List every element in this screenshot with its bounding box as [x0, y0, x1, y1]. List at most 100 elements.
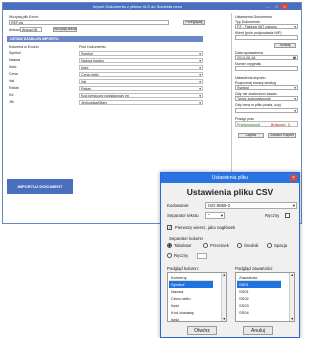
list-item[interactable]: SS04 — [237, 309, 281, 316]
content-scrollbar[interactable]: ▲ ▼ — [289, 273, 294, 321]
contractor-input[interactable] — [235, 35, 298, 40]
progress-box: Przeszukano: 0 Brakowe: 0 — [235, 121, 298, 127]
price-select[interactable]: ▾ — [235, 108, 298, 113]
search-contractor-button[interactable]: Szukaj — [274, 43, 296, 48]
list-item[interactable]: SS02 — [237, 295, 281, 302]
mapping-select[interactable]: Vat ▾ — [79, 79, 203, 84]
mapping-select[interactable]: Jednostka/Miary ▾ — [79, 100, 203, 105]
encoding-select[interactable]: ISO-8859-2 ▾ — [205, 202, 297, 209]
scroll-down-icon[interactable]: ▼ — [291, 317, 294, 321]
list-item[interactable]: Cena netto — [169, 295, 213, 302]
list-item[interactable]: Nazwa — [169, 288, 213, 295]
mapping-select[interactable]: Symbol ▾ — [79, 51, 203, 56]
issue-date-input[interactable]: 2014-06-18 ▦ — [235, 55, 298, 60]
radio-semicolon[interactable] — [237, 243, 242, 248]
cancel-button[interactable]: Anuluj — [243, 326, 273, 335]
open-button[interactable]: Otwórz — [187, 326, 217, 335]
radio-comma-label: Przecinek — [210, 243, 229, 248]
chevron-down-icon: ▾ — [294, 97, 296, 101]
dialog-title-bar: Ustawienia pliku × — [161, 173, 299, 183]
radio-space[interactable] — [267, 243, 272, 248]
list-item[interactable]: SS03 — [237, 302, 281, 309]
chevron-down-icon: ▾ — [199, 94, 201, 98]
import-document-button[interactable]: IMPORTUJ DOKUMENT — [7, 179, 73, 194]
content-list-header: Zawartość — [237, 274, 281, 281]
manual-separator-label: Ręczny — [265, 213, 280, 218]
chevron-down-icon: ▾ — [292, 203, 295, 208]
columns-scrollbar[interactable]: ▲ ▼ — [221, 273, 226, 321]
mapping-select[interactable]: Cena netto ▾ — [79, 72, 203, 77]
chevron-down-icon: ▾ — [294, 86, 296, 90]
calendar-icon[interactable]: ▦ — [293, 56, 296, 59]
column-separator-label: Separator kolumn — [169, 236, 203, 241]
radio-manual-label: Ręczny — [174, 253, 189, 258]
dialog-heading: Ustawienia pliku CSV — [186, 187, 274, 197]
mapping-row-label: Ilość — [9, 65, 17, 69]
list-item[interactable]: Ilość — [169, 302, 213, 309]
doc-type-select[interactable]: FZ - Faktura VAT zakupu ▾ — [235, 24, 298, 29]
chevron-down-icon: ▾ — [199, 52, 201, 56]
main-window-title: Import Dokumentu z plików XLS do Subiekt… — [93, 4, 182, 10]
browse-button[interactable]: Przeglądaj — [183, 20, 205, 25]
scroll-up-icon[interactable]: ▲ — [291, 273, 294, 277]
scroll-down-icon[interactable]: ▼ — [223, 317, 226, 321]
maximize-icon[interactable]: □ — [273, 4, 280, 9]
mapping-row-label: Cena — [9, 72, 18, 76]
manual-column-separator-input[interactable] — [197, 253, 207, 259]
match-select[interactable]: Symbol ▾ — [235, 85, 298, 90]
radio-manual[interactable] — [167, 253, 172, 258]
original-number-input[interactable] — [235, 66, 298, 71]
columns-list-header: Kolumny — [169, 274, 213, 281]
manual-separator-checkbox[interactable] — [285, 213, 290, 218]
save-button[interactable]: Zapisz — [238, 133, 264, 138]
mapping-row-label: Nazwa — [9, 58, 20, 62]
mapping-select[interactable]: Nazwa towaru ▾ — [79, 58, 203, 63]
mapping-row-label: Rabat — [9, 86, 19, 90]
radio-comma[interactable] — [203, 243, 208, 248]
radio-tab[interactable] — [167, 243, 172, 248]
chevron-down-icon: ▾ — [199, 73, 201, 77]
radio-semicolon-label: Średnik — [244, 243, 259, 248]
close-icon[interactable]: × — [281, 4, 288, 9]
view-report-button[interactable]: Zobacz Raport — [268, 133, 296, 138]
columns-list[interactable]: Kolumny Symbol Nazwa Cena netto Ilość Ko… — [167, 272, 227, 322]
file-label: Wczytaj plik Excel: — [9, 15, 39, 19]
sheet-select[interactable]: Arkusz1$ — [20, 27, 42, 32]
first-row-header-checkbox[interactable]: ✓ — [167, 225, 172, 230]
content-preview-label: Podgląd zawartości: — [235, 266, 274, 271]
list-item[interactable]: SS01 — [237, 281, 281, 288]
chevron-down-icon: ▾ — [199, 80, 201, 84]
chevron-down-icon: ▾ — [220, 213, 223, 218]
list-item[interactable]: Kod dostawy — [169, 309, 213, 316]
mapping-select[interactable]: Kod kreskowy podstawowy jm ▾ — [79, 93, 203, 98]
price-label: Gdy cena w pliku pusta, użyj — [235, 103, 281, 107]
mapping-select[interactable]: Rabat ▾ — [79, 86, 203, 91]
progress-missing-label: Brakowe: — [271, 122, 286, 127]
scroll-up-icon[interactable]: ▲ — [223, 273, 226, 277]
chevron-down-icon: ▾ — [294, 25, 296, 29]
list-item[interactable]: Symbol — [169, 281, 213, 288]
load-sheet-button[interactable]: Wczytaj arkusz — [53, 27, 77, 32]
columns-preview-label: Podgląd kolumn: — [167, 266, 200, 271]
list-item[interactable]: SS01 — [237, 288, 281, 295]
close-icon[interactable]: × — [290, 175, 297, 181]
mapping-row-label: Kd — [9, 93, 14, 97]
mapping-row-label: JM — [9, 100, 14, 104]
mapping-select[interactable]: Ilość ▾ — [79, 65, 203, 70]
missing-select[interactable]: Twórz automatycznie ▾ — [235, 96, 298, 101]
progress-searched-value: 0 — [258, 122, 260, 127]
encoding-label: Kodowanie: — [167, 203, 190, 208]
file-input[interactable]: REF.xls — [9, 20, 169, 25]
text-separator-select[interactable]: " ▾ — [205, 212, 225, 219]
sheet-label: Arkusz — [9, 28, 20, 32]
minimize-icon[interactable]: – — [265, 4, 272, 9]
document-settings-header: Ustawienia Dokumentu — [235, 15, 272, 19]
progress-searched-label: Przeszukano: — [237, 122, 259, 127]
file-settings-dialog: Ustawienia pliku × Ustawienia pliku CSV … — [160, 172, 300, 338]
mapping-row-label: Symbol — [9, 51, 21, 55]
first-row-header-label: Pierwszy wiersz, jako nagłówek — [175, 225, 236, 230]
chevron-down-icon: ▾ — [294, 109, 296, 113]
content-list[interactable]: Zawartość SS01 SS01 SS02 SS03 SS04 ▲ ▼ — [235, 272, 295, 322]
mapping-row-label: Vat — [9, 79, 15, 83]
list-item[interactable]: Ilość — [169, 316, 213, 321]
